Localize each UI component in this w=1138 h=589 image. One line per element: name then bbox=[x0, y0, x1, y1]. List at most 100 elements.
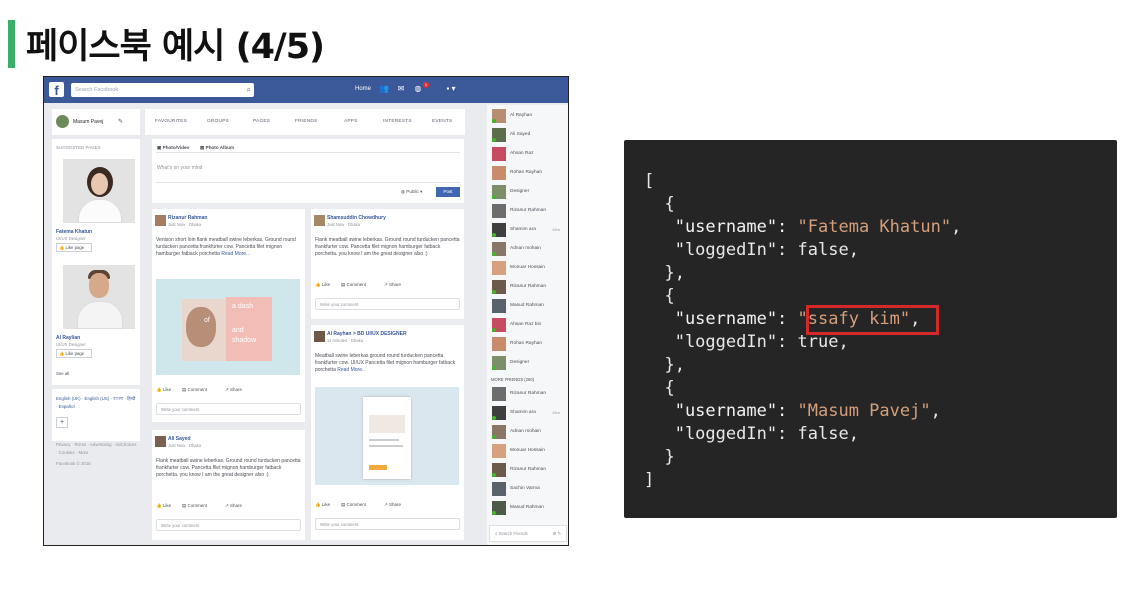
search-input[interactable]: Search Facebook ⌕ bbox=[71, 83, 254, 97]
like-button[interactable]: 👍 Like bbox=[156, 503, 171, 509]
post-image[interactable] bbox=[315, 387, 459, 485]
suggested-pages: SUGGESTED PAGES Fatema Khatun UI/UX Desi… bbox=[52, 139, 140, 385]
like-button[interactable]: 👍 Like bbox=[315, 282, 330, 288]
chat-contact[interactable]: Ahsan Raz bbox=[492, 147, 568, 161]
profile-row[interactable]: Masum Pavej ✎ bbox=[52, 109, 140, 135]
chat-contact[interactable]: Rizanur Rahman bbox=[492, 387, 568, 401]
post-body: Flank meatball swine leberkas. Ground ro… bbox=[315, 237, 460, 257]
chat-contact[interactable]: Shamim ara 10m bbox=[492, 406, 568, 420]
chat-contact[interactable]: Monuar Hossain bbox=[492, 444, 568, 458]
profile-tabs: FAVOURITES GROUPS PAGES FRIENDS APPS INT… bbox=[145, 109, 465, 135]
language-links[interactable]: English (UK) · English (US) · বাংলা · हि… bbox=[56, 395, 136, 411]
avatar bbox=[492, 299, 506, 313]
share-button[interactable]: ↗ Share bbox=[225, 503, 242, 509]
comment-input[interactable]: Write your comment bbox=[156, 403, 301, 415]
chat-contact[interactable]: Al Rayhan bbox=[492, 109, 568, 123]
slide-title: 페이스북 예시 (4/5) bbox=[26, 27, 325, 67]
avatar bbox=[492, 387, 506, 401]
comment-button[interactable]: ▤ Comment bbox=[341, 282, 366, 288]
post-meta: 11 minutes · Dhaka bbox=[327, 338, 363, 343]
messages-icon[interactable]: ✉ bbox=[396, 84, 406, 94]
post-composer: ▣ Photo/Video ▤ Photo Album What's on yo… bbox=[152, 139, 464, 203]
like-button[interactable]: 👍 Like bbox=[156, 387, 171, 393]
chat-contact[interactable]: Rohan Rayhan bbox=[492, 166, 568, 180]
see-all-link[interactable]: See all bbox=[56, 371, 69, 376]
post-body: Flank meatball swine leberkas. Ground ro… bbox=[156, 458, 301, 478]
search-icon[interactable]: ⌕ bbox=[247, 85, 251, 95]
share-button[interactable]: ↗ Share bbox=[384, 282, 401, 288]
suggested-name[interactable]: Fatema Khatun bbox=[56, 229, 92, 235]
footer-links[interactable]: Privacy · Terms · Advertising · AdChoice… bbox=[56, 441, 138, 457]
language-box: English (UK) · English (US) · বাংলা · हि… bbox=[52, 389, 140, 441]
post-author[interactable]: Shamsuddin Chowdhury bbox=[327, 215, 386, 221]
friends-icon[interactable]: 👥 bbox=[379, 84, 389, 94]
facebook-screenshot: f Search Facebook ⌕ Home 👥 ✉ ◍ 1 ▪ ▾ Mas… bbox=[43, 76, 569, 546]
photo-album-button[interactable]: ▤ Photo Album bbox=[200, 145, 234, 151]
chat-contact[interactable]: Masud Rahman bbox=[492, 501, 568, 515]
tab-events[interactable]: EVENTS bbox=[432, 119, 452, 124]
chat-search-input[interactable]: ⌕ Search Friends ⚙ ✎ bbox=[489, 525, 567, 542]
chat-contact[interactable]: Shamim ara 10m bbox=[492, 223, 568, 237]
share-button[interactable]: ↗ Share bbox=[225, 387, 242, 393]
chat-contact[interactable]: Rohan Rayhan bbox=[492, 337, 568, 351]
post-card: Rizanur Rahman Just Now · Dhaka Venison … bbox=[152, 209, 305, 422]
chat-contact[interactable]: Rizanur Rahman bbox=[492, 463, 568, 477]
chat-sidebar: Al Rayhan Ali Sayed Ahsan Raz Rohan Rayh… bbox=[487, 105, 568, 545]
post-meta: Just Now · Dhaka bbox=[168, 443, 202, 448]
suggested-name[interactable]: Al Raylian bbox=[56, 335, 80, 341]
facebook-logo-icon[interactable]: f bbox=[49, 82, 64, 98]
privacy-select[interactable]: ◍ Public ▾ bbox=[401, 189, 422, 195]
comment-input[interactable]: Write your comment bbox=[156, 519, 301, 531]
chat-contact[interactable]: Rizanur Rahman bbox=[492, 204, 568, 218]
tab-favourites[interactable]: FAVOURITES bbox=[155, 119, 187, 124]
add-language-button[interactable]: + bbox=[56, 417, 68, 428]
composer-input[interactable]: What's on your mind bbox=[157, 165, 202, 171]
title-accent-bar bbox=[8, 20, 15, 68]
post-body: Venison short loin flank meatball swine … bbox=[156, 237, 296, 257]
globe-icon[interactable]: ◍ bbox=[413, 84, 423, 94]
post-avatar[interactable] bbox=[155, 215, 166, 226]
settings-icon: ⚙ ✎ bbox=[552, 531, 561, 536]
chat-contact[interactable]: Adnan mohain bbox=[492, 425, 568, 439]
tab-pages[interactable]: PAGES bbox=[253, 119, 270, 124]
post-author[interactable]: Rizanur Rahman bbox=[168, 215, 207, 221]
facebook-top-bar: f Search Facebook ⌕ Home 👥 ✉ ◍ 1 ▪ ▾ bbox=[44, 77, 568, 103]
chat-contact[interactable]: Designer bbox=[492, 185, 568, 199]
chat-contact[interactable]: Ahsan Raz bin bbox=[492, 318, 568, 332]
post-button[interactable]: Post bbox=[436, 187, 460, 197]
share-button[interactable]: ↗ Share bbox=[384, 502, 401, 508]
tab-groups[interactable]: GROUPS bbox=[207, 119, 229, 124]
comment-input[interactable]: Write your comment bbox=[315, 298, 460, 310]
comment-button[interactable]: ▤ Comment bbox=[182, 503, 207, 509]
account-menu-icon[interactable]: ▪ ▾ bbox=[440, 84, 462, 94]
avatar bbox=[492, 337, 506, 351]
like-page-button[interactable]: 👍 Like page bbox=[56, 349, 92, 358]
suggested-photo-fatema[interactable] bbox=[63, 159, 135, 223]
nav-home[interactable]: Home bbox=[355, 86, 371, 92]
suggested-photo-al[interactable] bbox=[63, 265, 135, 329]
post-image[interactable]: a dash of and shadow bbox=[156, 279, 300, 375]
chat-contact[interactable]: Ali Sayed bbox=[492, 128, 568, 142]
tab-friends[interactable]: FRIENDS bbox=[295, 119, 317, 124]
post-avatar[interactable] bbox=[155, 436, 166, 447]
search-placeholder: Search Facebook bbox=[75, 87, 119, 93]
post-avatar[interactable] bbox=[314, 331, 325, 342]
like-page-button[interactable]: 👍 Like page bbox=[56, 243, 92, 252]
post-author[interactable]: Ali Sayed bbox=[168, 436, 191, 442]
chat-contact[interactable]: Monuar Hossain bbox=[492, 261, 568, 275]
photo-video-button[interactable]: ▣ Photo/Video bbox=[157, 145, 189, 151]
tab-interests[interactable]: INTERESTS bbox=[383, 119, 412, 124]
post-avatar[interactable] bbox=[314, 215, 325, 226]
chat-contact[interactable]: Sachin Varma bbox=[492, 482, 568, 496]
chat-contact[interactable]: Designer bbox=[492, 356, 568, 370]
comment-button[interactable]: ▤ Comment bbox=[182, 387, 207, 393]
chat-contact[interactable]: Adnan mohain bbox=[492, 242, 568, 256]
chat-contact[interactable]: Masud Rahman bbox=[492, 299, 568, 313]
edit-pencil-icon[interactable]: ✎ bbox=[118, 118, 123, 125]
post-author[interactable]: Al Rayhan > BD UI/UX DESIGNER bbox=[327, 331, 407, 337]
chat-contact[interactable]: Rizanur Rahman bbox=[492, 280, 568, 294]
like-button[interactable]: 👍 Like bbox=[315, 502, 330, 508]
comment-input[interactable]: Write your comment bbox=[315, 518, 460, 530]
tab-apps[interactable]: APPS bbox=[344, 119, 358, 124]
comment-button[interactable]: ▤ Comment bbox=[341, 502, 366, 508]
